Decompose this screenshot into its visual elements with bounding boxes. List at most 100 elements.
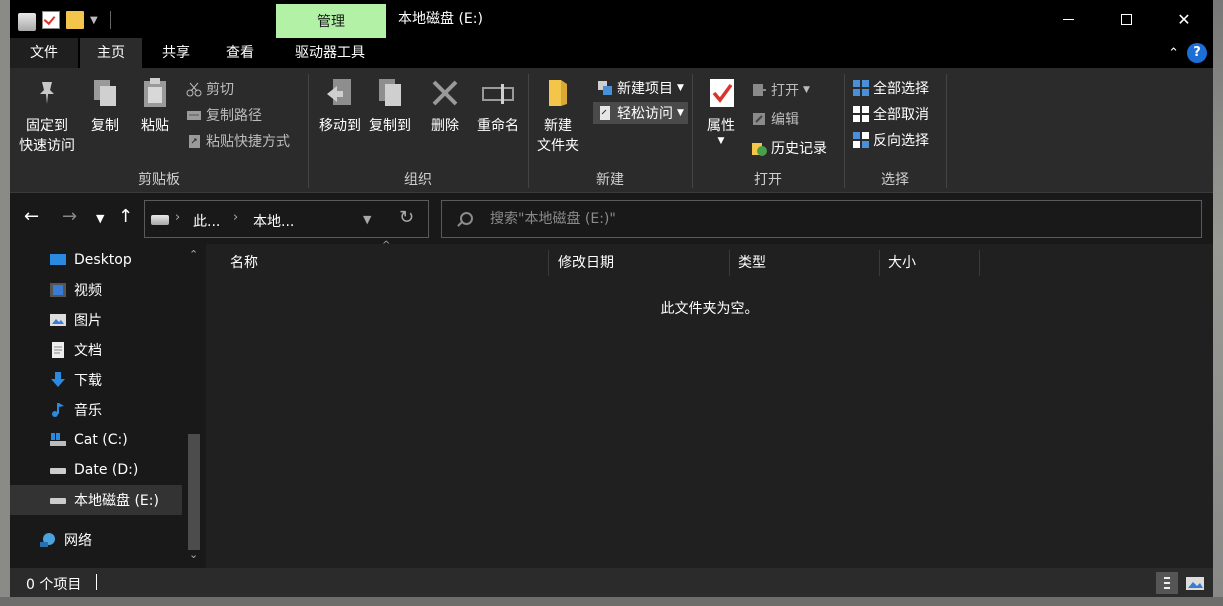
search-input[interactable]: [490, 209, 1170, 229]
file-explorer-window: ▼ 管理 本地磁盘 (E:) ✕ 文件 主页 共享 查看 驱动器工具 ⌃ ? 固…: [10, 0, 1213, 597]
manage-context-tab[interactable]: 管理: [276, 4, 386, 38]
maximize-icon: [1120, 13, 1132, 25]
large-icons-view-icon[interactable]: [1184, 572, 1206, 594]
maximize-button[interactable]: [1097, 0, 1155, 38]
tab-share[interactable]: 共享: [146, 38, 206, 68]
nav-item-documents[interactable]: 文档: [10, 335, 182, 365]
select-none-icon: [853, 106, 869, 122]
open-label: 打开: [771, 83, 799, 99]
customize-toolbar-chevron-icon[interactable]: ▼: [90, 15, 98, 26]
move-to-button[interactable]: 移动到: [315, 76, 365, 136]
copy-path-button[interactable]: 复制路径: [186, 105, 262, 125]
tab-home[interactable]: 主页: [80, 38, 142, 68]
title-bar: ▼ 管理 本地磁盘 (E:) ✕: [10, 0, 1213, 38]
folder-icon: [541, 76, 575, 110]
select-none-button[interactable]: 全部取消: [853, 104, 929, 124]
pin-icon: [30, 76, 64, 110]
invert-selection-button[interactable]: 反向选择: [853, 130, 929, 150]
drive-icon: [18, 13, 36, 31]
edit-button[interactable]: 编辑: [751, 109, 799, 129]
nav-item-drive-c[interactable]: Cat (C:): [10, 425, 182, 455]
refresh-icon[interactable]: ↻: [399, 207, 414, 228]
windows-drive-icon: [50, 432, 66, 448]
copy-button[interactable]: 复制: [84, 76, 126, 136]
tab-file[interactable]: 文件: [10, 38, 78, 68]
address-dropdown-icon[interactable]: ▼: [363, 213, 371, 226]
select-all-button[interactable]: 全部选择: [853, 78, 929, 98]
recent-locations-chevron-icon[interactable]: ▼: [96, 212, 104, 225]
desktop-icon: [50, 252, 66, 268]
up-arrow-icon[interactable]: ↑: [118, 206, 133, 227]
group-divider: [946, 74, 947, 188]
nav-item-pictures[interactable]: 图片: [10, 305, 182, 335]
window-title: 本地磁盘 (E:): [398, 11, 483, 27]
ribbon-tabs: 文件 主页 共享 查看 驱动器工具 ⌃ ?: [10, 38, 1213, 68]
pin-label-line2: 快速访问: [19, 138, 75, 154]
rename-icon: [481, 76, 515, 110]
nav-item-downloads[interactable]: 下载: [10, 365, 182, 395]
nav-item-drive-e[interactable]: 本地磁盘 (E:): [10, 485, 182, 515]
toolbar-divider: [109, 11, 111, 29]
easy-access-button[interactable]: 轻松访问 ▼: [593, 102, 688, 124]
select-group: 全部选择 全部取消 反向选择 选择: [845, 68, 945, 193]
nav-item-label: 图片: [74, 313, 102, 329]
forward-arrow-icon[interactable]: →: [62, 206, 77, 227]
delete-button[interactable]: 删除: [427, 76, 463, 136]
paste-button[interactable]: 粘贴: [134, 76, 176, 136]
properties-check-icon[interactable]: [42, 11, 60, 29]
help-icon[interactable]: ?: [1187, 43, 1207, 63]
tab-view[interactable]: 查看: [210, 38, 270, 68]
collapse-ribbon-icon[interactable]: ⌃: [1168, 46, 1179, 61]
breadcrumb-this-pc[interactable]: 此...: [193, 211, 220, 231]
paste-shortcut-label: 粘贴快捷方式: [206, 134, 290, 150]
back-arrow-icon[interactable]: ←: [24, 206, 39, 227]
rename-button[interactable]: 重命名: [473, 76, 523, 136]
column-header-type[interactable]: 类型: [730, 250, 880, 276]
copy-to-button[interactable]: 复制到: [365, 76, 415, 136]
delete-label: 删除: [431, 118, 459, 134]
scrollbar-thumb[interactable]: [188, 434, 200, 550]
nav-item-label: 下载: [74, 373, 102, 389]
close-button[interactable]: ✕: [1155, 0, 1213, 38]
minimize-button[interactable]: [1039, 0, 1097, 38]
open-button[interactable]: 打开 ▼: [751, 80, 810, 100]
scroll-up-arrow-icon[interactable]: ⌃: [189, 248, 198, 261]
pin-to-quick-access-button[interactable]: 固定到 快速访问: [16, 76, 78, 156]
nav-item-drive-d[interactable]: Date (D:): [10, 455, 182, 485]
new-folder-icon[interactable]: [66, 11, 84, 29]
column-header-name[interactable]: 名称: [222, 250, 549, 276]
properties-dropdown-icon: ▼: [717, 136, 725, 146]
organize-group-label: 组织: [404, 172, 432, 188]
nav-item-network[interactable]: 网络: [10, 525, 182, 555]
column-header-date-modified[interactable]: 修改日期: [550, 250, 730, 276]
drive-icon: [151, 215, 169, 225]
address-bar[interactable]: › 此... › 本地... ▼ ↻: [144, 200, 429, 238]
properties-button[interactable]: 属性 ▼: [701, 76, 741, 146]
breadcrumb-local-disk[interactable]: 本地...: [253, 211, 294, 231]
navigation-scrollbar[interactable]: ⌃ ⌄: [184, 244, 204, 568]
close-icon: ✕: [1177, 9, 1191, 29]
open-dropdown-icon: ▼: [803, 85, 810, 95]
history-label: 历史记录: [771, 141, 827, 157]
paste-shortcut-button[interactable]: 粘贴快捷方式: [186, 131, 290, 151]
new-group: 新建 文件夹 新建项目 ▼ 轻松访问 ▼ 新建: [529, 68, 691, 193]
column-header-size[interactable]: 大小: [880, 250, 980, 276]
invert-selection-icon: [853, 132, 869, 148]
copy-path-icon: [186, 107, 202, 123]
copy-to-label: 复制到: [369, 118, 411, 134]
nav-item-videos[interactable]: 视频: [10, 275, 182, 305]
history-button[interactable]: 历史记录: [751, 138, 827, 158]
nav-item-music[interactable]: 音乐: [10, 395, 182, 425]
details-view-icon[interactable]: [1156, 572, 1178, 594]
tab-drive-tools[interactable]: 驱动器工具: [278, 38, 382, 68]
invert-selection-label: 反向选择: [873, 133, 929, 149]
new-item-button[interactable]: 新建项目 ▼: [597, 78, 684, 98]
new-folder-button[interactable]: 新建 文件夹: [533, 76, 583, 156]
nav-item-desktop[interactable]: Desktop: [10, 245, 182, 275]
select-group-label: 选择: [881, 172, 909, 188]
search-box[interactable]: [441, 200, 1202, 238]
scroll-down-arrow-icon[interactable]: ⌄: [189, 548, 198, 561]
video-icon: [50, 282, 66, 298]
cut-button[interactable]: 剪切: [186, 79, 234, 99]
navigation-bar: ← → ▼ ↑ › 此... › 本地... ▼ ↻: [10, 194, 1213, 244]
